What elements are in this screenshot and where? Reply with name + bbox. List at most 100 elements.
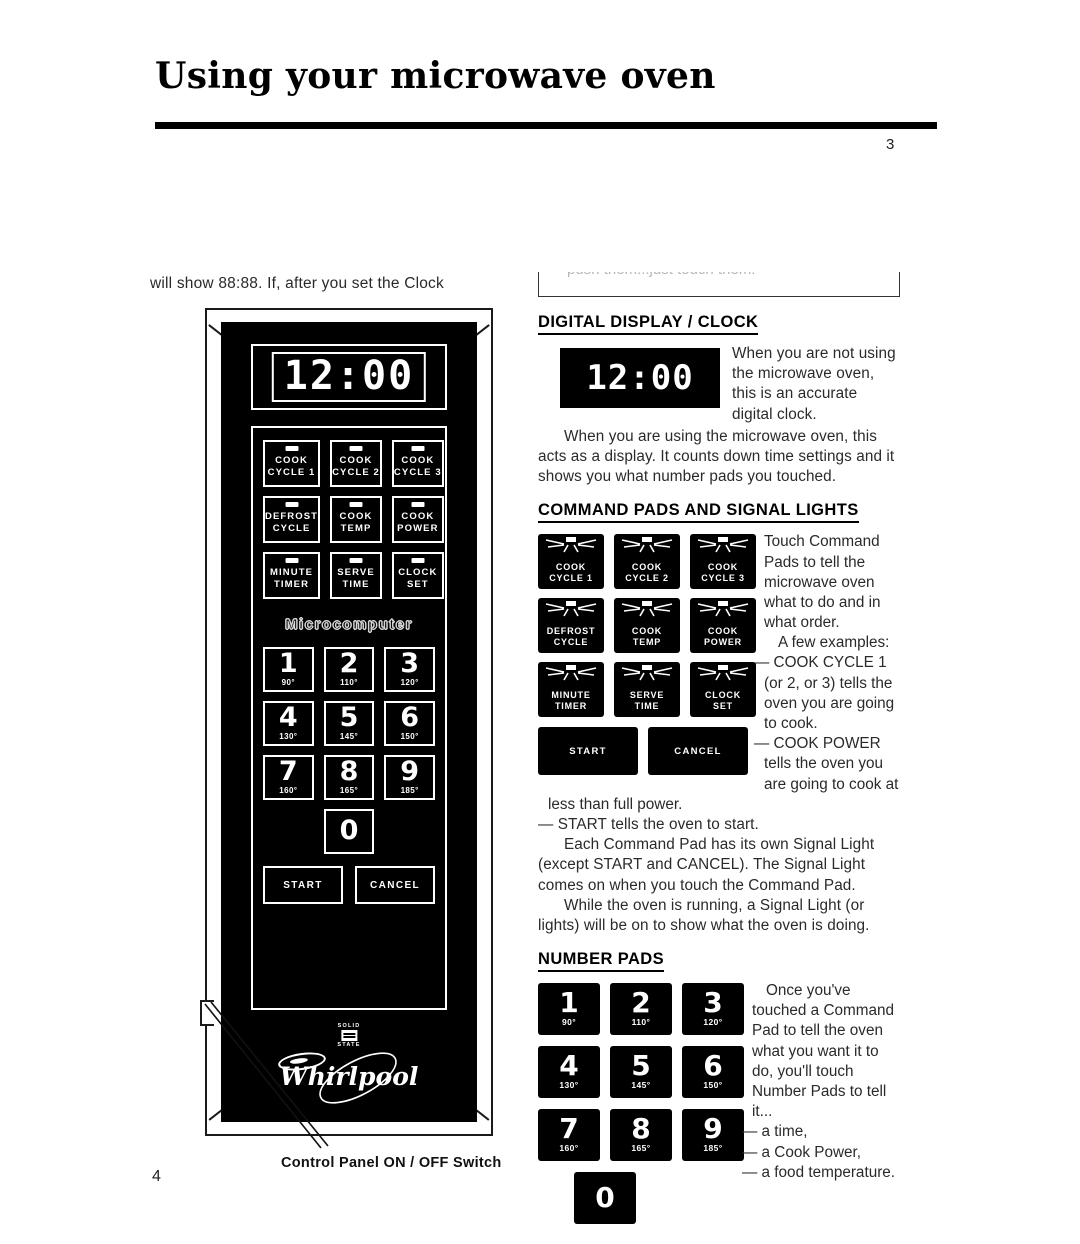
panel-keypad-area: COOK CYCLE 1 COOK CYCLE 2 COOK CYCLE 3 D… (251, 426, 447, 1010)
section-heading-number-pads: NUMBER PADS (538, 950, 665, 973)
panel-command-pad-grid: COOK CYCLE 1 COOK CYCLE 2 COOK CYCLE 3 D… (263, 440, 444, 599)
folio-bottom: 4 (152, 1168, 161, 1185)
figure-command-pad-line2: CYCLE 3 (701, 572, 745, 583)
panel-number-pad[interactable]: 3 120° (384, 647, 435, 692)
command-pad-line2: SET (406, 579, 429, 590)
callout-leader-line (204, 1002, 329, 1149)
command-pads-figure: COOK CYCLE 1 COOK CYCLE 2 COOK CYCLE 3 D… (538, 534, 756, 776)
panel-number-pad[interactable]: 4 130° (263, 701, 314, 746)
figure-number-pad-zero-row: 0 (538, 1172, 672, 1225)
figure-command-pad: COOK POWER (690, 598, 756, 654)
title-rule (155, 122, 937, 129)
number-pad-digit: 3 (400, 648, 420, 680)
manual-page: Using your microwave oven 3 4 will show … (0, 0, 1080, 1244)
figure-number-pad-temp: 160° (559, 1142, 579, 1153)
panel-command-pad[interactable]: DEFROST CYCLE (263, 496, 321, 543)
left-column: will show 88:88. If, after you set the C… (150, 275, 510, 293)
number-pads-figure-grid: 1 90° 2 110° 3 120° 4 130° 5 145° 6 150°… (538, 983, 744, 1162)
number-pad-temp: 130° (279, 731, 298, 741)
number-pad-temp: 165° (339, 785, 359, 795)
figure-number-pad-digit: 0 (595, 1181, 615, 1215)
digital-display-figure-value: 12:00 (586, 358, 694, 398)
command-pads-bullet-start: — START tells the oven to start. (538, 815, 759, 833)
number-pad-temp: 160° (279, 785, 298, 795)
figure-command-pad-line1: SERVE (629, 689, 665, 700)
panel-command-pad[interactable]: MINUTE TIMER (263, 552, 321, 599)
signal-light-rays-icon (545, 537, 597, 553)
panel-number-pad[interactable]: 7 160° (263, 755, 314, 800)
figure-command-pad: CLOCK SET (690, 662, 756, 718)
panel-command-pad[interactable]: COOK CYCLE 1 (263, 440, 321, 487)
number-pad-digit: 2 (339, 648, 359, 680)
signal-light-rays-icon (545, 601, 597, 617)
figure-command-pad-line2: CYCLE (553, 636, 589, 647)
command-pad-line1: COOK (339, 455, 373, 467)
panel-start-button[interactable]: START (263, 866, 343, 904)
figure-command-pad: COOK CYCLE 3 (690, 534, 756, 590)
clipped-text-box: push them...just touch them. (538, 272, 900, 297)
figure-command-pad: COOK TEMP (614, 598, 680, 654)
number-pad-digit: 0 (339, 815, 359, 847)
figure-command-pad: MINUTE TIMER (538, 662, 604, 718)
panel-number-pad[interactable]: 9 185° (384, 755, 435, 800)
section-digital-display: DIGITAL DISPLAY / CLOCK (538, 313, 900, 338)
panel-command-pad[interactable]: COOK CYCLE 3 (391, 440, 444, 487)
panel-number-pad-zero[interactable]: 0 (323, 809, 375, 854)
section-command-pads: COMMAND PADS AND SIGNAL LIGHTS (538, 501, 900, 526)
panel-cancel-button[interactable]: CANCEL (355, 866, 435, 904)
figure-command-pad-line1: COOK (707, 561, 739, 572)
number-pad-temp: 90° (281, 677, 295, 687)
figure-command-pad: COOK CYCLE 1 (538, 534, 604, 590)
panel-display-inner: 12:00 (271, 352, 427, 402)
figure-number-pad-temp: 90° (561, 1016, 577, 1027)
figure-command-pad-line1: CLOCK (705, 689, 741, 700)
panel-number-pad[interactable]: 6 150° (384, 701, 435, 746)
panel-command-pad[interactable]: COOK CYCLE 2 (330, 440, 382, 487)
command-pad-line2: TIMER (274, 579, 310, 590)
figure-number-pad-temp: 110° (631, 1016, 651, 1027)
panel-command-pad[interactable]: COOK POWER (391, 496, 444, 543)
figure-number-pad: 6 150° (682, 1046, 744, 1099)
figure-number-pad-temp: 130° (559, 1079, 579, 1090)
signal-light-rays-icon (697, 601, 749, 617)
command-pad-line2: POWER (397, 523, 439, 534)
command-pad-line1: COOK (401, 511, 435, 523)
number-pad-digit: 7 (278, 756, 298, 788)
number-pad-temp: 145° (339, 731, 359, 741)
figure-number-pad-temp: 150° (703, 1079, 723, 1090)
figure-command-pad-line1: MINUTE (551, 689, 591, 700)
panel-display-window: 12:00 (251, 344, 447, 410)
figure-number-pad-digit: 7 (559, 1112, 579, 1146)
panel-command-pad[interactable]: CLOCK SET (391, 552, 444, 599)
command-pads-figure-grid: COOK CYCLE 1 COOK CYCLE 2 COOK CYCLE 3 D… (538, 534, 756, 718)
panel-number-pad[interactable]: 2 110° (323, 647, 375, 692)
figure-command-pad-line2: TIME (634, 700, 660, 711)
signal-light-rays-icon (697, 665, 749, 681)
figure-command-pad: SERVE TIME (614, 662, 680, 718)
panel-number-pad[interactable]: 5 145° (323, 701, 375, 746)
figure-number-pad-digit: 5 (631, 1049, 651, 1083)
panel-command-pad[interactable]: COOK TEMP (330, 496, 382, 543)
right-column: push them...just touch them. DIGITAL DIS… (538, 272, 900, 1225)
panel-command-pad[interactable]: SERVE TIME (330, 552, 382, 599)
figure-command-pad: DEFROST CYCLE (538, 598, 604, 654)
folio-top: 3 (886, 136, 895, 153)
figure-number-pad-temp: 185° (703, 1142, 723, 1153)
signal-light-icon (285, 446, 299, 451)
panel-action-row: START CANCEL (263, 866, 435, 904)
figure-number-pad-digit: 6 (703, 1049, 723, 1083)
panel-number-pad[interactable]: 8 165° (323, 755, 375, 800)
figure-number-pad-temp: 120° (703, 1016, 723, 1027)
signal-light-icon (349, 558, 363, 563)
section-heading-digital-display: DIGITAL DISPLAY / CLOCK (538, 313, 759, 335)
continued-text: will show 88:88. If, after you set the C… (150, 275, 444, 292)
command-pad-line1: MINUTE (270, 567, 314, 579)
signal-light-icon (411, 446, 425, 451)
panel-number-pad[interactable]: 1 90° (263, 647, 314, 692)
command-pad-line2: CYCLE 2 (332, 467, 380, 478)
figure-number-pad-digit: 9 (703, 1112, 723, 1146)
panel-number-pad-grid: 1 90° 2 110° 3 120° 4 130° 5 145° 6 150°… (263, 647, 435, 800)
figure-number-pad-digit: 1 (559, 986, 579, 1020)
command-pad-line2: CYCLE (272, 523, 311, 534)
command-pad-line1: COOK (339, 511, 373, 523)
